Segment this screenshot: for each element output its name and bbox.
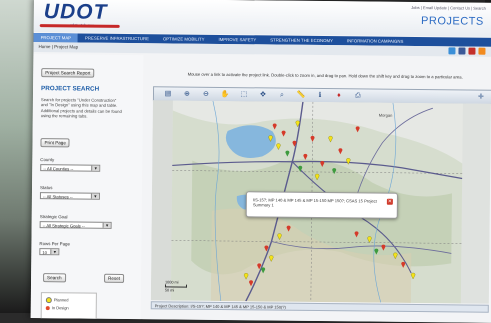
county-label: County — [40, 157, 55, 163]
sidebar-description: Search for projects "Under Construction"… — [40, 97, 122, 119]
planned-marker-icon — [45, 297, 52, 304]
layers-icon[interactable]: ▤ — [163, 89, 173, 99]
rows-per-page-label: Rows Per Page — [39, 241, 70, 247]
strategic-goal-select-value: -- All Strategic Goals -- — [42, 223, 85, 229]
zoom-box-icon[interactable]: ⬚ — [239, 90, 249, 100]
status-select-value: -- All Statuses -- — [42, 194, 73, 200]
reset-button[interactable]: Reset — [104, 273, 125, 283]
select-icon[interactable]: ✥ — [258, 90, 268, 100]
search-sidebar: Project Search Report PROJECT SEARCH Sea… — [30, 53, 144, 323]
breadcrumb[interactable]: Home | Project Map — [38, 44, 78, 49]
map-instructions: Mouse over a link to activate the projec… — [187, 71, 463, 80]
status-select[interactable]: -- All Statuses -- ▼ — [39, 192, 100, 200]
place-label: Morgan — [378, 112, 393, 118]
design-marker-icon — [45, 306, 50, 311]
twitter-icon[interactable] — [448, 47, 456, 55]
tab-project-map[interactable]: PROJECT MAP — [33, 32, 79, 43]
logo-swoosh — [39, 24, 120, 28]
legend-label: Planned — [53, 297, 69, 303]
project-popup[interactable]: I/S-15?; MP 140 & MP 145 & MP 15-150 MP … — [245, 191, 398, 219]
header-links[interactable]: Jobs | Email Update | Contact Us | Searc… — [411, 5, 486, 11]
strategic-goal-select[interactable]: -- All Strategic Goals -- ▼ — [39, 221, 112, 229]
chevron-down-icon: ▼ — [102, 222, 111, 228]
chevron-down-icon: ▼ — [91, 165, 100, 171]
status-label: Status — [39, 185, 53, 191]
map-legend: Planned In Design — [40, 292, 97, 323]
rss-icon[interactable] — [478, 47, 486, 55]
zoom-in-icon[interactable]: ⊕ — [182, 89, 192, 99]
county-select-value: -- All Counties -- — [43, 166, 74, 172]
map-panel: Mouse over a link to activate the projec… — [142, 55, 491, 323]
scale-label-bottom: 50 mi — [164, 288, 175, 293]
page-heading: PROJECTS — [421, 15, 484, 28]
zoom-out-icon[interactable]: ⊖ — [201, 89, 211, 99]
find-icon[interactable]: ⌕ — [277, 90, 287, 100]
marker-icon[interactable]: ♦ — [334, 91, 344, 101]
search-button[interactable]: Search — [43, 273, 66, 283]
rows-per-page-select[interactable]: 10 ▼ — [39, 248, 60, 256]
map-scale: 1000 mi 50 mi — [164, 280, 188, 293]
project-map[interactable]: Morgan I/S-15?; MP 140 & MP 145 & MP 15-… — [150, 100, 491, 304]
site-header: UDOT udot.utah.gov Jobs | Email Update |… — [33, 0, 491, 37]
popup-text[interactable]: I/S-15?; MP 140 & MP 145 & MP 15-150 MP … — [253, 197, 383, 209]
youtube-icon[interactable] — [468, 47, 476, 55]
identify-icon[interactable]: ℹ — [315, 90, 325, 100]
browser-page: UDOT udot.utah.gov Jobs | Email Update |… — [30, 0, 491, 323]
legend-item: Planned — [45, 297, 69, 304]
social-icons — [448, 47, 486, 55]
legend-item: In Design — [45, 305, 69, 311]
rows-per-page-value: 10 — [42, 250, 48, 256]
sidebar-title: PROJECT SEARCH — [41, 85, 100, 93]
print-map-icon[interactable]: ⎙ — [353, 91, 363, 101]
chevron-down-icon: ▼ — [50, 249, 59, 255]
facebook-icon[interactable] — [458, 47, 466, 55]
project-search-report-button[interactable]: Project Search Report — [41, 68, 95, 78]
close-icon[interactable]: ✕ — [386, 198, 393, 205]
udot-logo[interactable]: UDOT — [44, 0, 108, 25]
print-page-button[interactable]: Print Page — [40, 138, 70, 148]
legend-label: In Design — [51, 305, 69, 311]
navigate-icon[interactable]: ✛ — [476, 92, 486, 102]
strategic-goal-label: Strategic Goal — [39, 214, 68, 220]
chevron-down-icon: ▼ — [90, 193, 99, 199]
county-select[interactable]: -- All Counties -- ▼ — [40, 164, 101, 172]
measure-icon[interactable]: 📏 — [296, 90, 306, 100]
scale-bar — [164, 284, 188, 288]
pan-icon[interactable]: ✋ — [220, 89, 230, 99]
